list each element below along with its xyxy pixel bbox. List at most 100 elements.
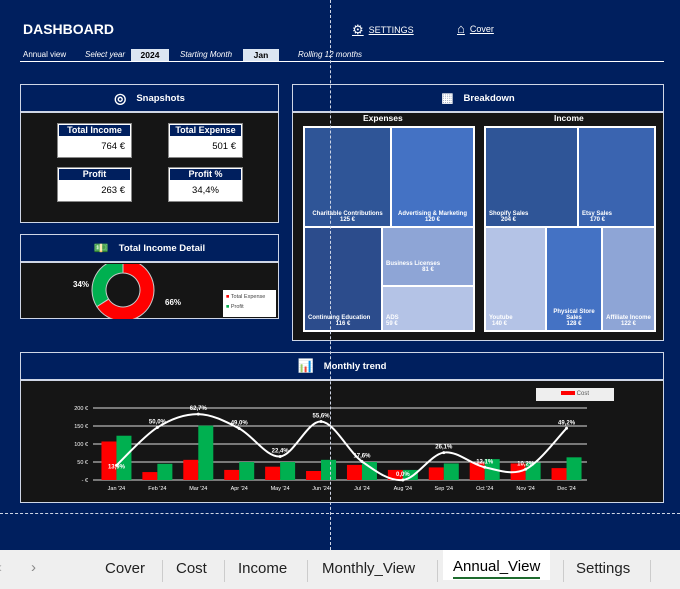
y-tick-label: 50 €: [77, 460, 88, 466]
gear-icon: ⚙: [352, 22, 364, 37]
income-bar: [157, 463, 173, 480]
income-bar: [198, 425, 214, 480]
cost-bar: [265, 466, 281, 480]
cost-bar: [306, 471, 322, 480]
line-point: [442, 451, 446, 455]
money-icon: 💵: [93, 241, 109, 255]
y-tick-label: 100 €: [74, 442, 88, 448]
month-select[interactable]: Jan: [243, 49, 279, 61]
x-tick-label: Dec '24: [557, 486, 575, 492]
tab-cost[interactable]: Cost: [176, 560, 207, 577]
x-tick-label: Apr '24: [231, 486, 248, 492]
chevron-left-icon[interactable]: ‹: [0, 559, 2, 576]
treemap-cell[interactable]: Etsy Sales 170 €: [578, 127, 655, 227]
tab-separator: [437, 560, 438, 582]
cost-bar: [551, 468, 567, 480]
tab-separator: [162, 560, 163, 582]
treemap-cell[interactable]: Youtube 140 €: [485, 227, 546, 331]
x-tick-label: May '24: [271, 486, 290, 492]
treemap-cell[interactable]: ADS 59 €: [382, 286, 474, 331]
divider: [20, 61, 664, 62]
treemap-cell[interactable]: Charitable Contributions 125 €: [304, 127, 391, 227]
page-title: DASHBOARD: [23, 21, 114, 37]
data-label: 66%: [165, 298, 181, 307]
active-tab-underline: [453, 577, 541, 579]
tab-cover[interactable]: Cover: [105, 560, 145, 577]
cost-bar: [142, 472, 158, 480]
select-year-label: Select year: [85, 50, 126, 59]
data-label: 62,7%: [190, 406, 208, 412]
line-point: [196, 412, 200, 416]
snapshots-panel: ◎ Snapshots Total Income 764 € Total Expen…: [20, 84, 279, 223]
data-label: 0,0%: [396, 472, 410, 478]
panel-title: Snapshots: [136, 92, 185, 104]
panel-title: Monthly trend: [323, 360, 387, 372]
income-bar: [239, 462, 255, 480]
sheet-tabs: ‹ › Cover Cost Income Monthly_View Annual_Vi…: [0, 550, 680, 589]
panel-title: Total Income Detail: [118, 242, 206, 254]
data-label: 17,6%: [353, 454, 371, 460]
line-point: [155, 425, 159, 429]
data-label: 12,1%: [476, 459, 494, 465]
aperture-icon: ◎: [114, 89, 127, 106]
data-label: 49,0%: [231, 420, 249, 426]
treemap-cell[interactable]: Continuing Education 116 €: [304, 227, 382, 331]
treemap-cell[interactable]: Affiliate Income 122 €: [602, 227, 655, 331]
kpi-total-expense: Total Expense 501 €: [168, 123, 243, 158]
data-label: 26,1%: [435, 445, 453, 451]
income-bar: [566, 457, 582, 480]
grid-icon: ▦: [441, 90, 454, 105]
tab-separator: [650, 560, 651, 582]
cost-bar: [346, 464, 362, 480]
income-title: Income: [554, 113, 584, 123]
x-tick-label: Sep '24: [435, 486, 453, 492]
x-tick-label: Oct '24: [476, 486, 493, 492]
cover-link[interactable]: ⌂ Cover: [457, 21, 494, 36]
tab-settings[interactable]: Settings: [576, 560, 630, 577]
cost-bar: [101, 441, 117, 480]
expenses-title: Expenses: [363, 113, 403, 123]
page-break-vertical: [330, 0, 331, 550]
data-label: 10,2%: [517, 461, 535, 467]
line-point: [278, 454, 282, 458]
data-label: 49,2%: [558, 420, 576, 426]
x-tick-label: Nov '24: [516, 486, 534, 492]
starting-month-label: Starting Month: [180, 50, 233, 59]
tab-separator: [563, 560, 564, 582]
line-point: [524, 467, 528, 471]
treemap-cell[interactable]: Business Licenses 81 €: [382, 227, 474, 286]
data-label: 22,4%: [272, 448, 290, 454]
year-select[interactable]: 2024: [131, 49, 169, 61]
kpi-profit-pct: Profit % 34,4%: [168, 167, 243, 202]
tab-monthly-view[interactable]: Monthly_View: [322, 560, 415, 577]
treemap-cell[interactable]: Physical Store Sales 128 €: [546, 227, 602, 331]
income-bar: [280, 462, 296, 480]
line-point: [565, 426, 569, 430]
income-detail-panel: 💵 Total Income Detail 66% 34% ■ Total Expe…: [20, 234, 279, 319]
x-tick-label: Jul '24: [354, 486, 370, 492]
panel-title: Breakdown: [463, 92, 515, 104]
settings-link[interactable]: ⚙ SETTINGS: [352, 22, 414, 38]
cost-bar: [428, 467, 444, 480]
kpi-profit: Profit 263 €: [57, 167, 132, 202]
line-point: [319, 420, 323, 424]
page-break-horizontal: [0, 513, 680, 514]
kpi-total-income: Total Income 764 €: [57, 123, 132, 158]
x-tick-label: Mar '24: [189, 486, 207, 492]
income-bar: [321, 459, 337, 480]
home-icon: ⌂: [457, 21, 465, 36]
tab-income[interactable]: Income: [238, 560, 287, 577]
cost-bar: [224, 469, 240, 480]
data-label: 34%: [73, 280, 89, 289]
data-label: 50,0%: [149, 419, 167, 425]
chevron-right-icon[interactable]: ›: [31, 559, 36, 576]
line-point: [401, 478, 405, 482]
treemap-cell[interactable]: Advertising & Marketing 120 €: [391, 127, 474, 227]
income-bar: [443, 463, 459, 480]
tab-separator: [307, 560, 308, 582]
tab-annual-view[interactable]: Annual_View: [443, 550, 551, 580]
treemap-cell[interactable]: Shopify Sales 204 €: [485, 127, 578, 227]
x-tick-label: Feb '24: [148, 486, 166, 492]
line-point: [483, 465, 487, 469]
donut-slice: [91, 264, 124, 308]
